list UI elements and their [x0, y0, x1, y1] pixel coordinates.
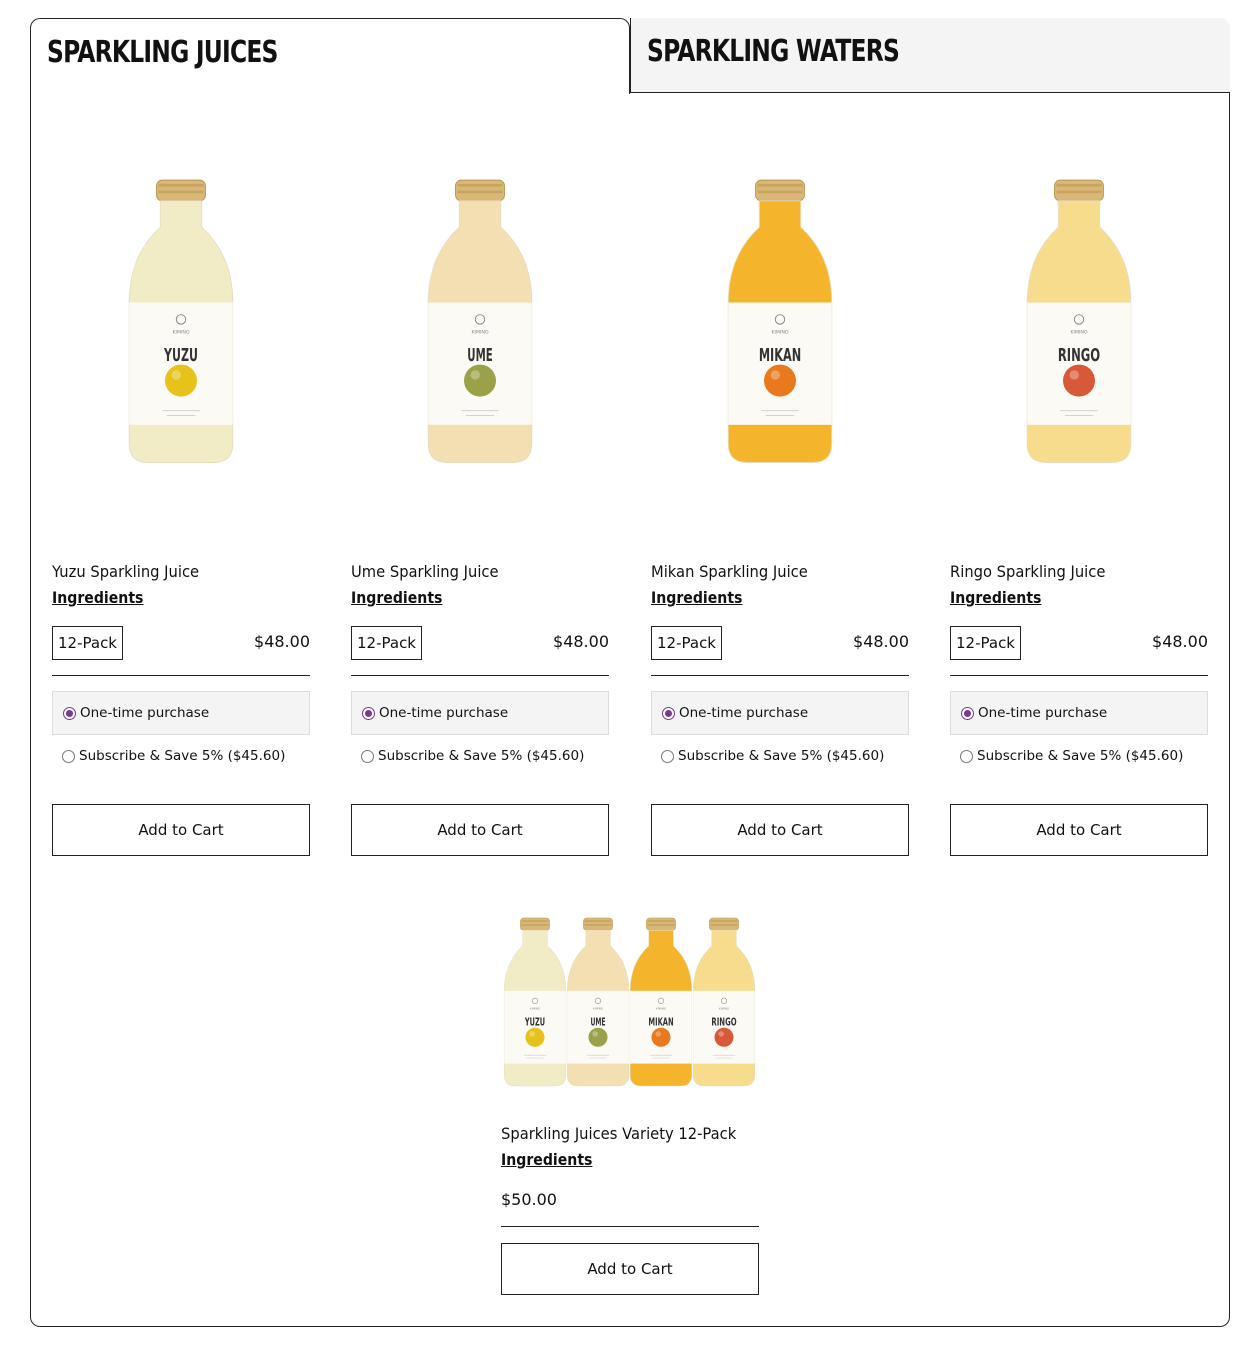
svg-text:KIMINO: KIMINO	[771, 330, 788, 336]
variety-bottle: KIMINO MIKAN	[629, 917, 693, 1087]
product-name[interactable]: Mikan Sparkling Juice	[651, 562, 808, 581]
product-image[interactable]: KIMINO MIKAN	[651, 150, 909, 470]
pack-size-selector[interactable]: 12-Pack	[351, 626, 422, 660]
product-price: $48.00	[853, 632, 909, 651]
radio-unselected-icon[interactable]	[62, 749, 75, 763]
panel-divider	[630, 92, 1230, 93]
option-one-time-purchase[interactable]: One-time purchase	[950, 691, 1208, 735]
svg-text:MIKAN: MIKAN	[648, 1016, 673, 1029]
product-price: $48.00	[1152, 632, 1208, 651]
radio-selected-icon[interactable]	[961, 706, 974, 720]
add-to-cart-button[interactable]: Add to Cart	[52, 804, 310, 856]
product-price: $48.00	[553, 632, 609, 651]
svg-text:KIMINO: KIMINO	[172, 330, 189, 336]
product-name[interactable]: Ringo Sparkling Juice	[950, 562, 1105, 581]
option-subscribe-save[interactable]: Subscribe & Save 5% ($45.60)	[950, 734, 1208, 778]
option-subscribe-save[interactable]: Subscribe & Save 5% ($45.60)	[52, 734, 310, 778]
svg-text:UME: UME	[467, 345, 492, 366]
radio-unselected-icon[interactable]	[960, 749, 973, 763]
divider	[651, 675, 909, 676]
option-label: Subscribe & Save 5% ($45.60)	[378, 748, 585, 764]
option-label: Subscribe & Save 5% ($45.60)	[977, 748, 1184, 764]
pack-size-selector[interactable]: 12-Pack	[651, 626, 722, 660]
option-label: One-time purchase	[379, 705, 509, 721]
radio-selected-icon[interactable]	[662, 706, 675, 720]
option-one-time-purchase[interactable]: One-time purchase	[52, 691, 310, 735]
svg-text:YUZU: YUZU	[524, 1016, 545, 1029]
tab-sparkling-waters-label: SPARKLING WATERS	[647, 34, 900, 69]
svg-text:MIKAN: MIKAN	[759, 345, 801, 366]
product-name[interactable]: Yuzu Sparkling Juice	[52, 562, 199, 581]
option-one-time-purchase[interactable]: One-time purchase	[651, 691, 909, 735]
radio-selected-icon[interactable]	[362, 706, 375, 720]
divider	[52, 675, 310, 676]
add-to-cart-button[interactable]: Add to Cart	[950, 804, 1208, 856]
product-image[interactable]: KIMINO UME	[351, 150, 609, 470]
svg-text:KIMINO: KIMINO	[593, 1006, 604, 1010]
svg-text:KIMINO: KIMINO	[656, 1006, 667, 1010]
radio-unselected-icon[interactable]	[661, 749, 674, 763]
divider	[501, 1226, 759, 1227]
svg-text:KIMINO: KIMINO	[1070, 330, 1087, 336]
option-subscribe-save[interactable]: Subscribe & Save 5% ($45.60)	[351, 734, 609, 778]
add-to-cart-button[interactable]: Add to Cart	[501, 1243, 759, 1295]
ingredients-link[interactable]: Ingredients	[52, 588, 143, 607]
divider	[950, 675, 1208, 676]
product-image[interactable]: KIMINO RINGO	[950, 150, 1208, 470]
option-label: One-time purchase	[80, 705, 210, 721]
option-label: Subscribe & Save 5% ($45.60)	[79, 748, 286, 764]
ingredients-link[interactable]: Ingredients	[501, 1150, 592, 1169]
svg-text:KIMINO: KIMINO	[471, 330, 488, 336]
svg-text:KIMINO: KIMINO	[719, 1006, 730, 1010]
variety-bottle: KIMINO UME	[566, 917, 630, 1087]
pack-size-selector[interactable]: 12-Pack	[950, 626, 1021, 660]
ingredients-link[interactable]: Ingredients	[950, 588, 1041, 607]
product-name[interactable]: Sparkling Juices Variety 12-Pack	[501, 1124, 736, 1143]
option-label: One-time purchase	[978, 705, 1108, 721]
ingredients-link[interactable]: Ingredients	[651, 588, 742, 607]
radio-selected-icon[interactable]	[63, 706, 76, 720]
tab-sparkling-juices-label: SPARKLING JUICES	[47, 35, 278, 70]
product-tabs: SPARKLING JUICES SPARKLING WATERS	[30, 18, 1230, 94]
svg-text:KIMINO: KIMINO	[530, 1006, 541, 1010]
ingredients-link[interactable]: Ingredients	[351, 588, 442, 607]
tab-sparkling-juices[interactable]: SPARKLING JUICES	[30, 18, 630, 94]
variety-bottle: KIMINO RINGO	[692, 917, 756, 1087]
svg-text:RINGO: RINGO	[1058, 345, 1100, 366]
variety-bottle: KIMINO YUZU	[503, 917, 567, 1087]
tab-sparkling-waters[interactable]: SPARKLING WATERS	[630, 18, 1230, 93]
add-to-cart-button[interactable]: Add to Cart	[351, 804, 609, 856]
radio-unselected-icon[interactable]	[361, 749, 374, 763]
add-to-cart-button[interactable]: Add to Cart	[651, 804, 909, 856]
svg-text:UME: UME	[590, 1016, 605, 1029]
product-price: $50.00	[501, 1190, 557, 1209]
option-subscribe-save[interactable]: Subscribe & Save 5% ($45.60)	[651, 734, 909, 778]
divider	[351, 675, 609, 676]
product-name[interactable]: Ume Sparkling Juice	[351, 562, 499, 581]
variety-pack-image[interactable]: KIMINO YUZU KIMINO UME KIMINO MIKAN KIMI…	[501, 900, 759, 1100]
pack-size-selector[interactable]: 12-Pack	[52, 626, 123, 660]
option-one-time-purchase[interactable]: One-time purchase	[351, 691, 609, 735]
product-price: $48.00	[254, 632, 310, 651]
option-label: Subscribe & Save 5% ($45.60)	[678, 748, 885, 764]
option-label: One-time purchase	[679, 705, 809, 721]
product-image[interactable]: KIMINO YUZU	[52, 150, 310, 470]
svg-text:YUZU: YUZU	[163, 345, 197, 366]
svg-text:RINGO: RINGO	[711, 1016, 736, 1029]
